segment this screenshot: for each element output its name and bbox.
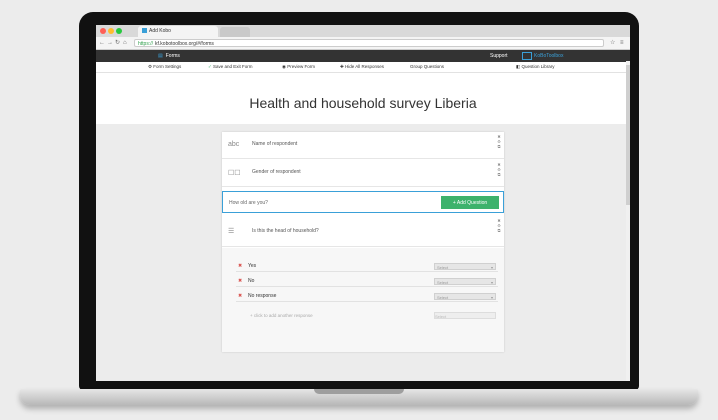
scrollbar-thumb[interactable] — [626, 65, 630, 205]
brand-logo: KoBoToolbox — [522, 52, 563, 60]
group-questions-button[interactable]: Group Questions — [410, 62, 444, 72]
browser-address-bar: ← → ↻ ⌂ https://kf.kobotoolbox.org/#/for… — [96, 37, 630, 50]
add-option-link[interactable]: + click to add another response — [250, 313, 313, 318]
delete-option-icon[interactable]: ✖ — [238, 292, 242, 301]
question-label[interactable]: Name of respondent — [252, 141, 297, 147]
delete-option-icon[interactable]: ✖ — [238, 262, 242, 271]
option-label[interactable]: Yes — [248, 262, 256, 271]
kobo-logo-icon — [522, 52, 532, 60]
question-row[interactable]: ☐☐ Gender of respondent ✖ ⚙ ⧉ — [222, 160, 504, 187]
title-band: Health and household survey Liberia — [96, 73, 630, 126]
response-options: ✖ Yes Select ▾ ✖ No Select ▾ ✖ No response… — [222, 248, 504, 352]
form-settings-button[interactable]: ⚙ Form Settings — [148, 62, 181, 72]
text-type-icon: abc — [228, 141, 240, 148]
url-prefix: https:// — [138, 41, 154, 47]
option-type-select[interactable]: Select ▾ — [434, 263, 496, 270]
question-label[interactable]: Gender of respondent — [252, 169, 301, 175]
menu-icon[interactable]: ≡ — [620, 37, 624, 49]
select-type-icon: ☐☐ — [228, 170, 241, 177]
question-actions[interactable]: ✖ ⚙ ⧉ — [497, 162, 501, 177]
form-workarea: abc Name of respondent ✖ ⚙ ⧉ ☐☐ Gender of … — [96, 124, 630, 381]
option-row[interactable]: ✖ No Select ▾ — [236, 277, 498, 287]
forms-icon: ▤ — [158, 53, 163, 59]
delete-option-icon[interactable]: ✖ — [238, 277, 242, 286]
question-library-label: Question Library — [521, 64, 555, 69]
form-settings-label: Form Settings — [153, 64, 182, 69]
option-label[interactable]: No — [248, 277, 254, 286]
url-text: kf.kobotoolbox.org/#/forms — [155, 41, 214, 47]
form-toolbar: ⚙ Form Settings ✓ Save and Exit Form ◉ P… — [96, 62, 630, 73]
form-builder-panel: abc Name of respondent ✖ ⚙ ⧉ ☐☐ Gender of … — [222, 132, 504, 352]
select-one-icon: ☰ — [228, 228, 235, 235]
survey-title[interactable]: Health and household survey Liberia — [96, 95, 630, 111]
chevron-down-icon: ▾ — [490, 295, 493, 300]
back-arrow-icon[interactable]: ← — [99, 37, 105, 49]
preview-form-label: Preview Form — [287, 64, 315, 69]
question-actions[interactable]: ✖ ⚙ ⧉ — [497, 134, 501, 149]
save-and-exit-button[interactable]: ✓ Save and Exit Form — [208, 62, 253, 72]
app-header: ▤ Forms Support KoBoToolbox — [96, 50, 630, 62]
browser-tab-strip: Add Kobo — [96, 25, 630, 37]
laptop-notch — [314, 389, 404, 394]
add-question-button[interactable]: + Add Question — [441, 196, 499, 209]
question-actions[interactable]: ✖ ⚙ ⧉ — [497, 218, 501, 233]
question-row-selected[interactable]: ☰ Is this the head of household? ✖ ⚙ ⧉ — [222, 216, 504, 247]
group-questions-label: Group Questions — [410, 64, 445, 69]
brand-text: KoBoToolbox — [534, 53, 564, 59]
support-link[interactable]: Support — [490, 50, 508, 62]
home-icon[interactable]: ⌂ — [123, 37, 127, 49]
new-tab-button[interactable] — [220, 27, 250, 37]
question-row[interactable]: abc Name of respondent ✖ ⚙ ⧉ — [222, 132, 504, 159]
option-row[interactable]: ✖ No response Select ▾ — [236, 292, 498, 302]
add-option-type-select[interactable]: Select — [434, 312, 496, 319]
tab-favicon-icon — [142, 28, 147, 34]
browser-tab-title: Add Kobo — [149, 28, 171, 34]
preview-form-button[interactable]: ◉ Preview Form — [282, 62, 315, 72]
option-type-value: Select — [437, 280, 449, 285]
option-type-select[interactable]: Select ▾ — [434, 278, 496, 285]
chevron-down-icon: ▾ — [490, 265, 493, 270]
hide-all-responses-label: Hide All Responses — [345, 64, 385, 69]
question-label[interactable]: Is this the head of household? — [252, 228, 319, 234]
close-window-icon[interactable] — [100, 28, 106, 34]
reload-icon[interactable]: ↻ — [115, 37, 120, 49]
laptop-screen: Add Kobo ← → ↻ ⌂ https://kf.kobotoolbox.… — [96, 25, 630, 381]
option-row[interactable]: ✖ Yes Select ▾ — [236, 262, 498, 272]
url-field[interactable]: https://kf.kobotoolbox.org/#/forms — [134, 39, 604, 47]
minimize-window-icon[interactable] — [108, 28, 114, 34]
option-type-select[interactable]: Select ▾ — [434, 293, 496, 300]
forms-nav[interactable]: ▤ Forms — [158, 50, 180, 62]
forward-arrow-icon[interactable]: → — [107, 37, 113, 49]
new-question-input[interactable] — [229, 197, 439, 208]
chevron-down-icon: ▾ — [490, 280, 493, 285]
option-label[interactable]: No response — [248, 292, 276, 301]
question-library-button[interactable]: ◧ Question Library — [516, 62, 555, 72]
forms-label: Forms — [165, 53, 180, 59]
browser-tab[interactable]: Add Kobo — [138, 26, 218, 37]
new-question-row: + Add Question — [222, 191, 504, 213]
hide-all-responses-button[interactable]: ✚ Hide All Responses — [340, 62, 384, 72]
option-type-value: Select — [437, 295, 449, 300]
extension-icon[interactable]: ☆ — [610, 37, 615, 49]
maximize-window-icon[interactable] — [116, 28, 122, 34]
page-scrollbar[interactable] — [626, 61, 630, 381]
option-type-value: Select — [437, 265, 449, 270]
save-and-exit-label: Save and Exit Form — [213, 64, 253, 69]
